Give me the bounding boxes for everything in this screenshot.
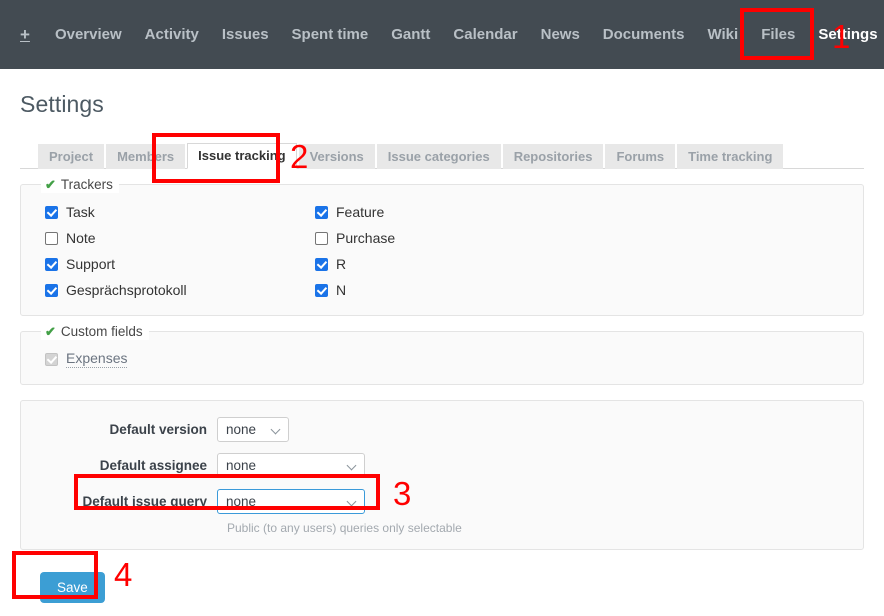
nav-item-calendar[interactable]: Calendar (452, 23, 518, 46)
tracker-label: Feature (336, 204, 385, 220)
default-issue-query-select[interactable]: none (217, 489, 365, 514)
settings-tab-bar: Project Members Issue tracking Versions … (20, 143, 864, 169)
custom-fields-legend-label: Custom fields (60, 324, 143, 339)
tracker-checkbox-note[interactable]: Note (45, 225, 315, 251)
page-title: Settings (20, 91, 104, 117)
nav-item-overview[interactable]: Overview (54, 23, 123, 46)
default-issue-query-row: Default issue query none (33, 489, 851, 514)
top-navigation-bar: + Overview Activity Issues Spent time Ga… (0, 0, 884, 69)
default-version-select[interactable]: none (217, 417, 289, 442)
tracker-checkbox-n[interactable]: N (315, 277, 585, 303)
tracker-label: R (336, 256, 347, 272)
trackers-checkbox-grid: Task Note Feature Purchase Support Gespr… (33, 199, 851, 303)
custom-field-checkbox-expenses: Expenses (45, 346, 315, 372)
trackers-legend-label: Trackers (60, 177, 113, 192)
custom-fields-legend: ✔ Custom fields (41, 324, 149, 340)
tracker-checkbox-purchase[interactable]: Purchase (315, 225, 585, 251)
checkbox-icon (45, 352, 58, 366)
tab-issue-categories[interactable]: Issue categories (376, 144, 501, 169)
tracker-label: Note (66, 230, 96, 246)
checkmark-icon: ✔ (45, 177, 56, 192)
trackers-column: Support Gesprächsprotokoll (45, 251, 315, 303)
default-assignee-row: Default assignee none (33, 453, 851, 478)
defaults-fieldset: Default version none Default assignee no… (20, 400, 864, 550)
nav-item-activity[interactable]: Activity (144, 23, 200, 46)
tab-repositories[interactable]: Repositories (502, 144, 604, 169)
checkbox-icon[interactable] (315, 257, 328, 271)
checkbox-icon[interactable] (45, 257, 58, 271)
default-version-label: Default version (109, 422, 207, 437)
tracker-checkbox-support[interactable]: Support (45, 251, 315, 277)
nav-item-spent-time[interactable]: Spent time (291, 23, 370, 46)
tab-issue-tracking[interactable]: Issue tracking (187, 143, 297, 169)
tracker-label: N (336, 282, 347, 298)
custom-fields-checkbox-grid: Expenses (33, 346, 851, 372)
default-issue-query-select-wrapper[interactable]: none (217, 489, 365, 514)
tracker-checkbox-gespraechsprotokoll[interactable]: Gesprächsprotokoll (45, 277, 315, 303)
tab-forums[interactable]: Forums (605, 144, 676, 169)
default-assignee-select[interactable]: none (217, 453, 365, 478)
default-version-select-wrapper[interactable]: none (217, 417, 289, 442)
nav-item-gantt[interactable]: Gantt (390, 23, 431, 46)
tab-versions[interactable]: Versions (298, 144, 375, 169)
page-content: Settings Project Members Issue tracking … (0, 91, 884, 603)
default-assignee-select-wrapper[interactable]: none (217, 453, 365, 478)
trackers-column: R N (315, 251, 585, 303)
custom-fields-column: Expenses (45, 346, 315, 372)
trackers-column: Feature Purchase (315, 199, 585, 251)
checkbox-icon[interactable] (315, 205, 328, 219)
checkmark-icon: ✔ (45, 324, 56, 339)
trackers-column: Task Note (45, 199, 315, 251)
checkbox-icon[interactable] (315, 231, 328, 245)
tab-members[interactable]: Members (106, 144, 186, 169)
save-button[interactable]: Save (40, 572, 105, 603)
tracker-label: Purchase (336, 230, 396, 246)
default-version-row: Default version none (33, 417, 851, 442)
checkbox-icon[interactable] (315, 283, 328, 297)
checkbox-icon[interactable] (45, 231, 58, 245)
default-assignee-label: Default assignee (99, 458, 207, 473)
nav-item-settings[interactable]: Settings (817, 23, 878, 46)
default-issue-query-label: Default issue query (82, 494, 207, 509)
tracker-checkbox-feature[interactable]: Feature (315, 199, 585, 225)
checkbox-icon[interactable] (45, 205, 58, 219)
nav-item-news[interactable]: News (540, 23, 581, 46)
tracker-checkbox-r[interactable]: R (315, 251, 585, 277)
custom-field-label: Expenses (66, 350, 128, 368)
tracker-checkbox-task[interactable]: Task (45, 199, 315, 225)
nav-item-files[interactable]: Files (760, 23, 796, 46)
nav-item-issues[interactable]: Issues (221, 23, 270, 46)
custom-fields-fieldset: ✔ Custom fields Expenses (20, 324, 864, 385)
tab-project[interactable]: Project (38, 144, 105, 169)
tracker-label: Task (66, 204, 95, 220)
tracker-label: Support (66, 256, 116, 272)
trackers-fieldset: ✔ Trackers Task Note Feature Purchase Su… (20, 177, 864, 316)
nav-item-wiki[interactable]: Wiki (706, 23, 739, 46)
nav-item-documents[interactable]: Documents (602, 23, 686, 46)
default-issue-query-hint: Public (to any users) queries only selec… (227, 521, 462, 535)
form-actions: Save (20, 572, 864, 603)
add-project-icon[interactable]: + (18, 22, 32, 47)
checkbox-icon[interactable] (45, 283, 58, 297)
trackers-legend: ✔ Trackers (41, 177, 119, 193)
tab-time-tracking[interactable]: Time tracking (677, 144, 784, 169)
tracker-label: Gesprächsprotokoll (66, 282, 187, 298)
